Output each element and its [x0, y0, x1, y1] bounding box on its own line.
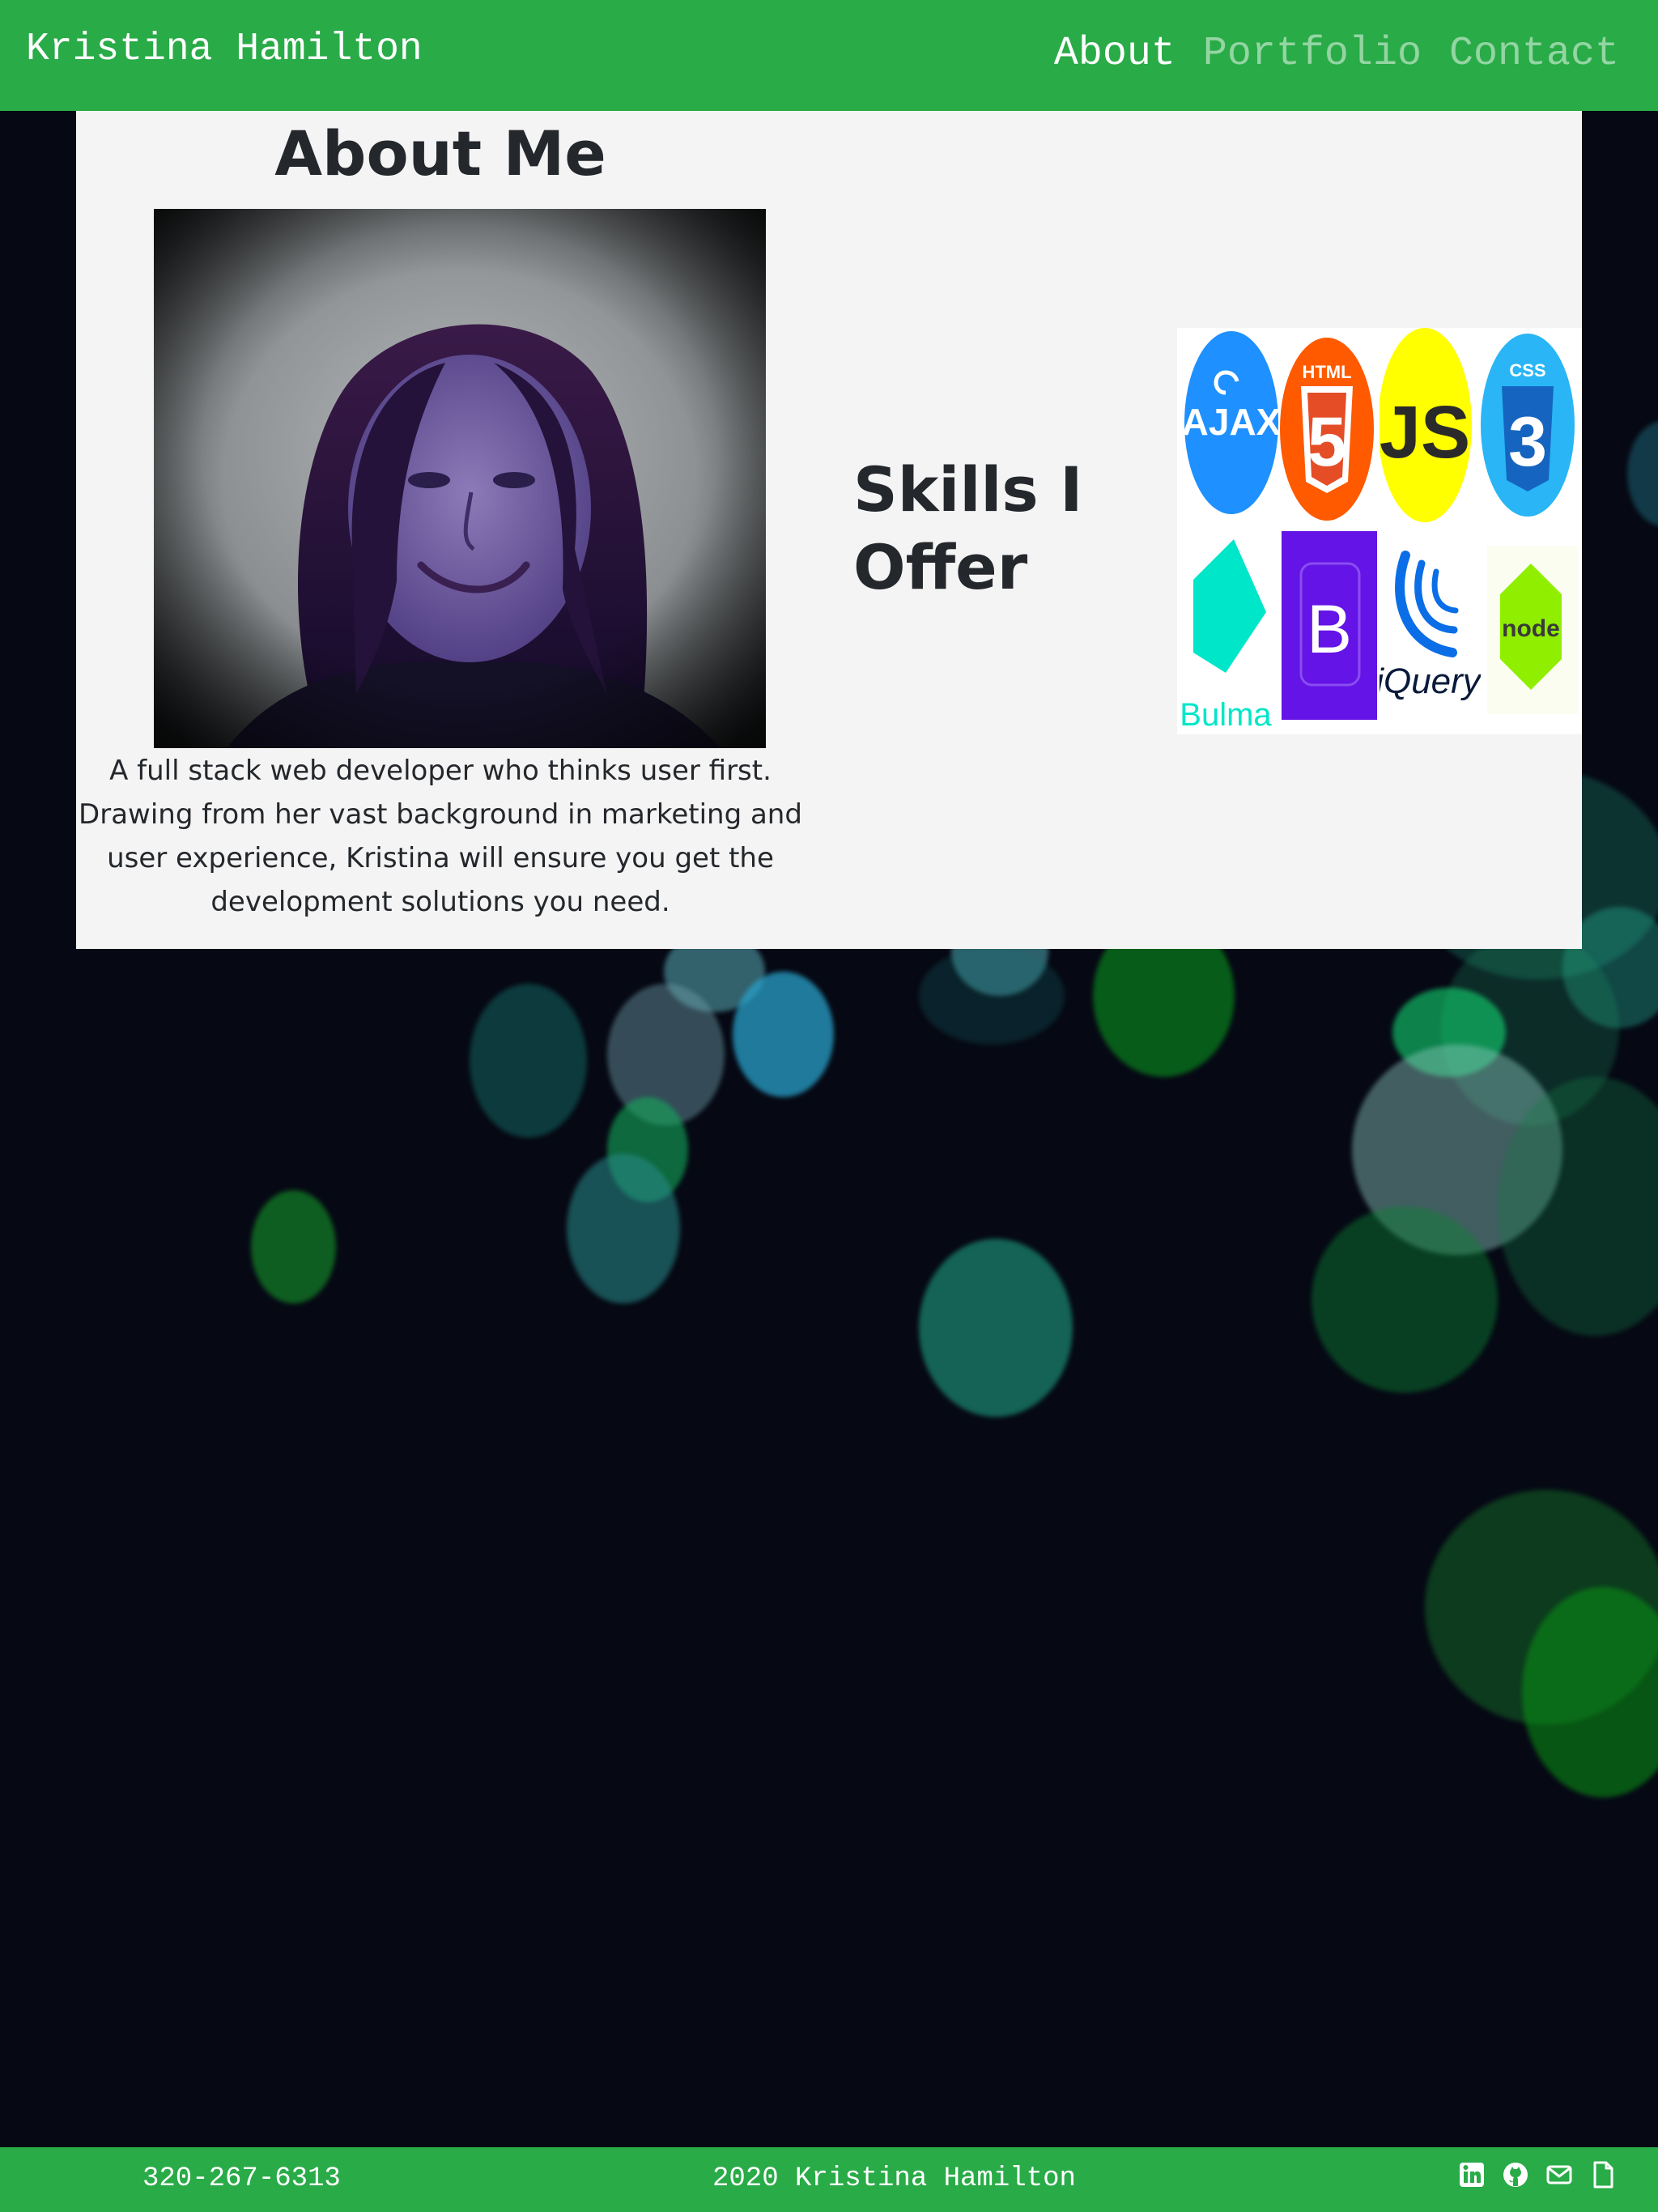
- svg-text:B: B: [1307, 591, 1352, 667]
- bootstrap-logo: B: [1278, 531, 1380, 734]
- nav-link-about[interactable]: About: [1054, 31, 1175, 77]
- bulma-logo: Bulma: [1177, 531, 1278, 734]
- html5-logo: HTML 5: [1278, 328, 1380, 531]
- node-logo: node: [1481, 531, 1582, 734]
- svg-text:AJAX: AJAX: [1182, 401, 1278, 443]
- svg-text:3: 3: [1508, 403, 1547, 481]
- footer: 320-267-6313 2020 Kristina Hamilton: [0, 2147, 1658, 2212]
- skills-title: Skills I Offer: [853, 453, 1083, 603]
- portrait-photo: [154, 209, 766, 748]
- nav-link-contact[interactable]: Contact: [1449, 31, 1619, 77]
- nav-link-portfolio[interactable]: Portfolio: [1203, 31, 1422, 77]
- about-title: About Me: [274, 117, 606, 189]
- top-navbar: Kristina Hamilton About Portfolio Contac…: [0, 0, 1658, 111]
- about-card: About Me A full stack web developer who …: [76, 111, 1582, 949]
- svg-text:5: 5: [1307, 403, 1346, 481]
- brand-name[interactable]: Kristina Hamilton: [26, 28, 423, 71]
- js-logo: JS: [1380, 328, 1481, 531]
- svg-text:HTML: HTML: [1302, 362, 1351, 382]
- footer-copyright: 2020 Kristina Hamilton: [712, 2163, 1076, 2194]
- resume-icon[interactable]: [1590, 2160, 1616, 2189]
- svg-text:JS: JS: [1380, 391, 1470, 474]
- jquery-logo: jQuery: [1380, 531, 1481, 734]
- github-icon[interactable]: [1503, 2160, 1528, 2189]
- svg-text:jQuery: jQuery: [1380, 661, 1481, 701]
- svg-text:CSS: CSS: [1509, 360, 1545, 381]
- svg-text:Bulma: Bulma: [1180, 697, 1272, 733]
- footer-phone[interactable]: 320-267-6313: [142, 2163, 341, 2194]
- footer-social-icons: [1459, 2160, 1616, 2189]
- nav-links: About Portfolio Contact: [1054, 31, 1619, 77]
- skills-logo-grid: AJAX HTML 5 JS CSS 3 Bulma B jQuery node: [1177, 328, 1582, 734]
- about-description: A full stack web developer who thinks us…: [79, 755, 802, 918]
- css3-logo: CSS 3: [1481, 328, 1582, 531]
- linkedin-icon[interactable]: [1459, 2160, 1485, 2189]
- email-icon[interactable]: [1546, 2160, 1572, 2189]
- svg-text:node: node: [1502, 615, 1560, 642]
- ajax-logo: AJAX: [1177, 328, 1278, 531]
